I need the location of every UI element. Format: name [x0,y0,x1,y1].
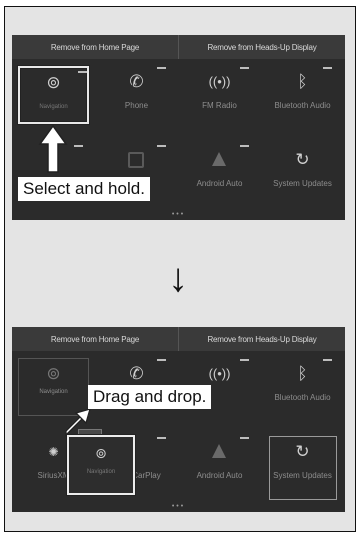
tile-label: FM Radio [202,101,237,110]
remove-minus-icon[interactable] [323,67,332,69]
remove-minus-icon[interactable] [78,71,87,73]
tile-label: Android Auto [196,179,243,188]
app-icon [128,152,144,168]
drag-direction-arrow-icon [65,408,91,437]
bluetooth-icon: ᛒ [297,72,308,91]
tile-android-auto[interactable]: Android Auto [178,139,261,217]
tile-phone[interactable]: ✆ Phone [95,61,178,139]
tile-fm-radio[interactable]: ((•)) FM Radio [178,61,261,139]
remove-minus-icon[interactable] [157,145,166,147]
remove-from-hud-zone[interactable]: Remove from Heads-Up Display [178,35,345,59]
phone-icon: ✆ [129,72,144,91]
edit-header: Remove from Home Page Remove from Heads-… [12,35,345,59]
navigation-icon: ⊚ [46,73,61,92]
tile-label: Phone [124,101,149,110]
instruction-callout: Select and hold. [18,177,150,201]
instruction-callout: Drag and drop. [88,385,212,409]
step-down-arrow-icon: ↓ [168,256,188,300]
remove-minus-icon[interactable] [240,145,249,147]
selection-highlight: ⊚ Navigation [18,66,89,124]
tile-label: System Updates [273,179,332,188]
tile-label: Bluetooth Audio [274,101,331,110]
tile-bluetooth-audio[interactable]: ᛒ Bluetooth Audio [261,61,344,139]
remove-minus-icon[interactable] [157,67,166,69]
navigation-icon: ⊚ [95,445,107,461]
remove-minus-icon[interactable] [240,67,249,69]
page-indicator: ••• [171,211,186,218]
remove-minus-icon[interactable] [74,145,83,147]
touch-arrow-icon [38,124,68,173]
tile-label: Navigation [39,104,68,110]
dragged-navigation-tile[interactable]: ⊚ Navigation [67,435,135,495]
system-updates-icon: ↻ [295,150,310,169]
tile-label: Navigation [86,469,116,475]
android-auto-icon [212,152,226,166]
fm-radio-icon: ((•)) [208,74,231,89]
tile-system-updates[interactable]: ↻ System Updates [261,139,344,217]
remove-from-home-page-zone[interactable]: Remove from Home Page [12,35,178,59]
